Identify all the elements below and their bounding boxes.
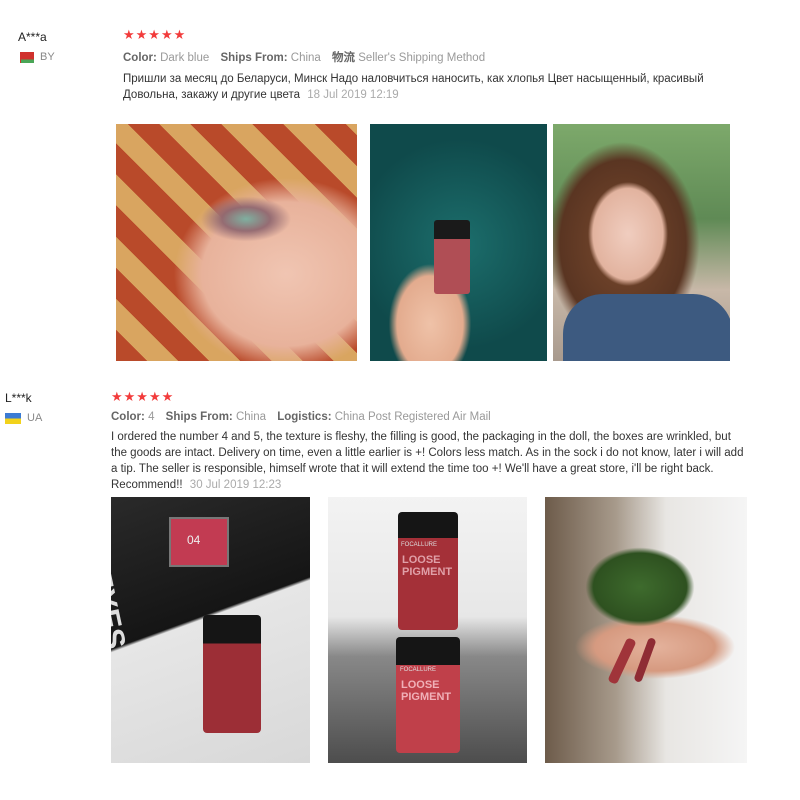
ships-from-label: Ships From: — [220, 52, 288, 64]
review-text: Пришли за месяц до Беларуси, Минск Надо … — [123, 73, 704, 101]
review-photo-selfie[interactable] — [553, 124, 730, 361]
color-swatch: 04 — [169, 517, 229, 567]
review-date: 30 Jul 2019 12:23 — [189, 479, 282, 491]
logistics-value: Seller's Shipping Method — [358, 52, 486, 64]
review-body: ★★★★★ Color: 4 Ships From: China Logisti… — [111, 389, 746, 493]
logistics-value: China Post Registered Air Mail — [334, 411, 491, 423]
color-value: 4 — [148, 411, 155, 423]
box-text: EYES — [111, 567, 132, 653]
reviewer-country: UA — [5, 412, 42, 424]
swatch-number: 04 — [187, 533, 201, 547]
review-photo-box-and-jar[interactable]: 04 EYES — [111, 497, 310, 763]
review-text-block: I ordered the number 4 and 5, the textur… — [111, 429, 746, 493]
review-photo-hand-swatch[interactable] — [116, 124, 357, 361]
jar-label: LOOSE PIGMENT — [402, 554, 453, 578]
color-label: Color: — [111, 411, 145, 423]
review-photo-arm-swatches[interactable] — [545, 497, 747, 763]
review-meta: Color: Dark blue Ships From: China 物流 Se… — [123, 49, 723, 65]
color-value: Dark blue — [160, 52, 210, 64]
reviewer-info: A***a BY — [18, 30, 55, 63]
pigment-jar: FOCALLURE LOOSE PIGMENT — [396, 637, 460, 753]
color-label: Color: — [123, 52, 157, 64]
review-text-block: Пришли за месяц до Беларуси, Минск Надо … — [123, 71, 723, 103]
pigment-jar: FOCALLURE LOOSE PIGMENT — [398, 512, 458, 630]
reviewer-name: A***a — [18, 30, 47, 44]
star-rating: ★★★★★ — [123, 27, 187, 42]
jar-brand: FOCALLURE — [401, 542, 438, 548]
reviewer-country: BY — [18, 51, 55, 63]
logistics-label: 物流 — [332, 52, 356, 64]
review-photo-two-jars[interactable]: FOCALLURE LOOSE PIGMENT FOCALLURE LOOSE … — [328, 497, 527, 763]
ships-from-value: China — [290, 52, 321, 64]
denim-jacket — [563, 294, 730, 361]
ships-from-label: Ships From: — [165, 411, 233, 423]
review-meta: Color: 4 Ships From: China Logistics: Ch… — [111, 411, 746, 423]
jar-label: LOOSE PIGMENT — [401, 679, 452, 703]
swatch-stripe — [633, 637, 657, 683]
pigment-jar — [434, 220, 470, 294]
belarus-flag-icon — [18, 51, 34, 63]
jar-brand: FOCALLURE — [400, 667, 437, 673]
country-code: UA — [27, 412, 43, 424]
reviewer-name: L***k — [5, 391, 32, 405]
swatch-stripe — [607, 637, 637, 685]
reviewer-info: L***k UA — [5, 391, 42, 424]
ships-from-value: China — [235, 411, 267, 423]
star-rating: ★★★★★ — [111, 389, 175, 404]
country-code: BY — [40, 51, 55, 63]
pigment-jar — [203, 615, 261, 733]
logistics-label: Logistics: — [277, 411, 332, 423]
review-date: 18 Jul 2019 12:19 — [307, 89, 399, 101]
ukraine-flag-icon — [5, 412, 21, 424]
review-photo-jar-in-hand[interactable] — [370, 124, 547, 361]
plant — [585, 547, 695, 627]
review-body: ★★★★★ Color: Dark blue Ships From: China… — [123, 27, 723, 103]
